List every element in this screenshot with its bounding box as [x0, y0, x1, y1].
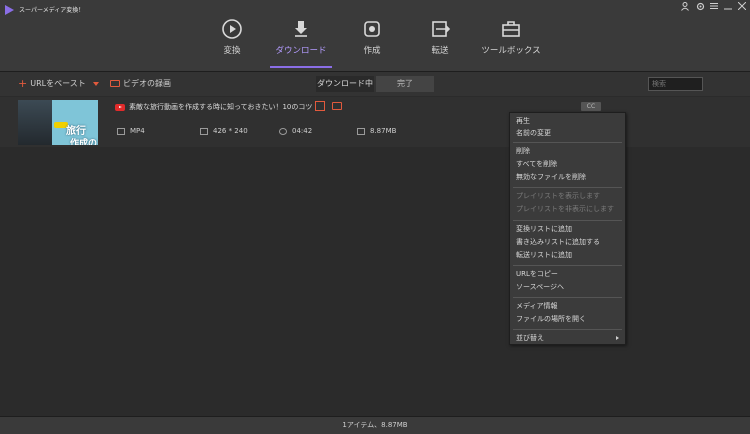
menu-divider [513, 265, 622, 266]
thumbnail-text-2: 作成の [70, 139, 98, 145]
minimize-icon[interactable] [722, 2, 734, 14]
video-title: 素敵な旅行動画を作成する時に知っておきたい！10のコツ [129, 103, 313, 111]
menu-item-show-playlist: プレイリストを表示します [516, 192, 600, 200]
duration-value: 04:42 [292, 127, 313, 135]
tab-downloading[interactable]: ダウンロード中 [316, 76, 374, 92]
nav-convert-label: 変換 [223, 46, 241, 56]
top-bar: スーパーメディア変換！ 変換 ダウンロード 作成 転送 ツールボックス [0, 0, 750, 71]
menu-divider [513, 220, 622, 221]
format-value: MP4 [130, 127, 145, 135]
transfer-icon [429, 18, 451, 40]
chevron-down-icon[interactable] [92, 81, 99, 86]
nav-download-label: ダウンロード [275, 46, 327, 56]
youtube-icon [115, 104, 125, 111]
download-icon [290, 18, 312, 40]
context-menu: 再生 名前の変更 削除 すべてを削除 無効なファイルを削除 プレイリストを表示し… [509, 112, 626, 345]
user-icon[interactable] [679, 2, 691, 15]
menu-item-hide-playlist: プレイリストを非表示にします [516, 205, 614, 213]
duration-info: 04:42 [279, 127, 312, 135]
nav-download[interactable]: ダウンロード [266, 18, 336, 66]
format-info: MP4 [117, 127, 145, 135]
nav-active-indicator [270, 66, 332, 68]
menu-item-open-location[interactable]: ファイルの場所を開く [510, 313, 625, 325]
thumbnail-person [18, 100, 52, 145]
record-video-button[interactable]: ビデオの録画 [110, 78, 171, 89]
video-thumbnail[interactable]: 旅行 作成の [18, 100, 98, 145]
folder-size-icon [357, 127, 365, 135]
menu-item-add-burn[interactable]: 書き込みリストに追加する [510, 236, 625, 248]
nav-toolbox[interactable]: ツールボックス [476, 18, 546, 66]
menu-item-media-info[interactable]: メディア情報 [510, 300, 625, 312]
nav-toolbox-label: ツールボックス [481, 46, 541, 56]
menu-item-rename[interactable]: 名前の変更 [510, 127, 625, 139]
search-input[interactable] [648, 77, 703, 91]
menu-divider [513, 297, 622, 298]
plus-icon: + [18, 76, 28, 90]
disc-icon [361, 18, 383, 40]
size-info: 8.87MB [357, 127, 396, 135]
chevron-right-icon [616, 336, 619, 340]
record-video-label: ビデオの録画 [123, 79, 171, 88]
app-logo-icon [5, 5, 14, 15]
resolution-info: 426 * 240 [200, 127, 248, 135]
menu-item-delete-all[interactable]: すべてを削除 [510, 158, 625, 170]
paste-url-label: URLをペースト [30, 79, 86, 88]
toolbox-icon [500, 18, 522, 40]
thumbnail-text-1: 旅行 [66, 126, 86, 137]
resize-icon [200, 127, 208, 135]
settings-icon[interactable] [694, 2, 706, 15]
nav-create-label: 作成 [363, 46, 381, 56]
toolbar: + URLをペースト ビデオの録画 ダウンロード中 完了 [0, 72, 750, 96]
menu-divider [513, 142, 622, 143]
nav-transfer-label: 転送 [431, 46, 449, 56]
film-icon [117, 127, 125, 135]
nav-convert[interactable]: 変換 [197, 18, 267, 66]
menu-item-add-transfer[interactable]: 転送リストに追加 [510, 249, 625, 261]
menu-item-source-page[interactable]: ソースページへ [510, 281, 625, 293]
status-bar: 1アイテム、8.87MB [0, 416, 750, 434]
menu-item-delete[interactable]: 削除 [510, 145, 625, 157]
menu-item-delete-invalid[interactable]: 無効なファイルを削除 [510, 171, 625, 183]
menu-item-copy-url[interactable]: URLをコピー [510, 268, 625, 280]
menu-item-add-convert[interactable]: 変換リストに追加 [510, 223, 625, 235]
menu-divider [513, 329, 622, 330]
menu-item-sort-label: 並び替え [516, 334, 544, 342]
app-title: スーパーメディア変換！ [19, 7, 85, 14]
tab-done[interactable]: 完了 [376, 76, 434, 92]
menu-item-sort[interactable]: 並び替え [510, 332, 625, 344]
resolution-value: 426 * 240 [213, 127, 248, 135]
paste-url-button[interactable]: + URLをペースト [18, 78, 99, 89]
menu-icon[interactable] [708, 2, 720, 14]
cc-badge[interactable]: CC [581, 102, 601, 111]
size-value: 8.87MB [370, 127, 397, 135]
close-icon[interactable] [736, 1, 748, 14]
nav-create[interactable]: 作成 [337, 18, 407, 66]
edit-icon[interactable] [315, 101, 325, 111]
clock-icon [279, 127, 287, 135]
list-item[interactable]: 旅行 作成の [0, 97, 750, 147]
play-circle-icon [221, 18, 243, 40]
menu-item-play[interactable]: 再生 [510, 115, 625, 127]
folder-icon[interactable] [332, 102, 342, 110]
menu-divider [513, 187, 622, 188]
record-icon [110, 80, 120, 87]
nav-transfer[interactable]: 転送 [405, 18, 475, 66]
